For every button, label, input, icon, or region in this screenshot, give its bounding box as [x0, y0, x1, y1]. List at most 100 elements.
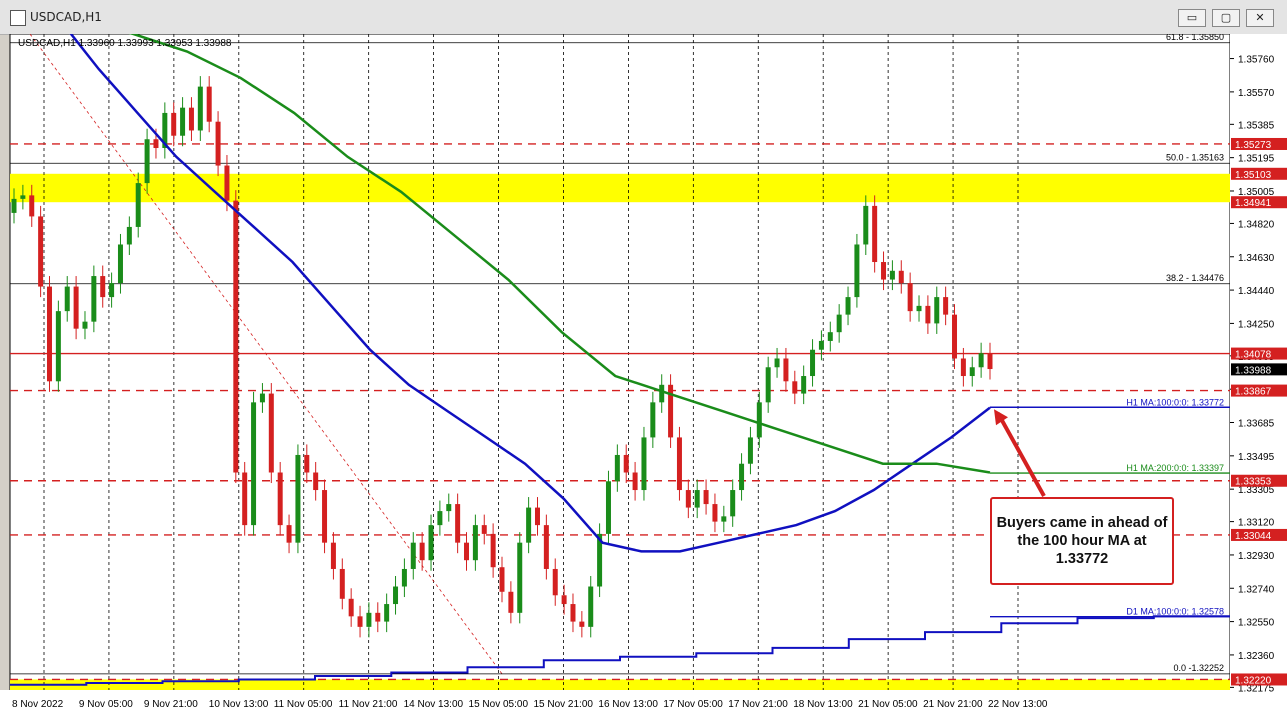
candle-body [55, 311, 61, 382]
candle-body [446, 504, 452, 512]
x-tick-label: 10 Nov 13:00 [209, 699, 269, 710]
ma-label: H1 MA:200:0:0: 1.33397 [1126, 463, 1224, 473]
candle-body [916, 305, 922, 312]
candle-body [268, 393, 274, 473]
candle-body [277, 472, 283, 526]
restore-button[interactable]: ▢ [1212, 9, 1240, 27]
x-tick-label: 17 Nov 21:00 [728, 699, 788, 710]
x-tick-label: 16 Nov 13:00 [598, 699, 658, 710]
candle-body [286, 525, 292, 543]
y-tick-label: 1.32360 [1238, 651, 1275, 662]
x-tick-label: 9 Nov 21:00 [144, 699, 198, 710]
candle-body [792, 381, 798, 394]
candle-body [313, 472, 319, 491]
price-tag-label: 1.32220 [1235, 675, 1272, 686]
candle-body [543, 525, 549, 569]
candle-body [836, 314, 842, 333]
candle-body [419, 542, 425, 561]
candle-body [153, 139, 159, 149]
candle-body [242, 472, 248, 526]
candle-body [135, 183, 141, 227]
x-tick-label: 11 Nov 21:00 [339, 699, 398, 710]
candle-body [703, 490, 709, 505]
candle-body [20, 195, 26, 199]
candle-body [259, 393, 265, 403]
candle-body [401, 568, 407, 587]
annotation-callout: Buyers came in ahead of the 100 hour MA … [990, 497, 1174, 585]
candle-body [330, 542, 336, 569]
x-tick-label: 14 Nov 13:00 [404, 699, 464, 710]
x-tick-label: 15 Nov 05:00 [469, 699, 529, 710]
candle-body [29, 195, 35, 217]
candle-body [499, 567, 505, 592]
x-tick-label: 15 Nov 21:00 [533, 699, 593, 710]
candle-body [188, 107, 194, 131]
candle-body [197, 86, 203, 131]
candle-body [650, 402, 656, 438]
fib-level-label: 0.0 -1.32252 [1173, 663, 1224, 673]
price-tag-label: 1.33353 [1235, 477, 1272, 488]
candle-body [322, 490, 328, 543]
x-tick-label: 18 Nov 13:00 [793, 699, 853, 710]
candle-body [907, 283, 913, 312]
window-titlebar: USDCAD,H1 ▭ ▢ ✕ [0, 0, 1287, 35]
candle-body [100, 276, 106, 298]
minimize-button[interactable]: ▭ [1178, 9, 1206, 27]
x-tick-label: 8 Nov 2022 [12, 699, 64, 710]
candle-body [552, 568, 558, 596]
candle-body [623, 454, 629, 473]
candle-body [144, 139, 150, 184]
candle-body [64, 286, 70, 312]
candle-body [952, 314, 958, 359]
yellow-zone [10, 173, 1230, 203]
candle-body [357, 616, 363, 627]
candle-body [685, 490, 691, 508]
candle-body [384, 604, 390, 622]
y-tick-label: 1.34630 [1238, 253, 1275, 264]
candle-body [632, 472, 638, 491]
candle-body [960, 358, 966, 377]
candle-body [534, 507, 540, 526]
candle-body [676, 437, 682, 491]
price-tag-label: 1.35103 [1235, 170, 1272, 181]
candle-body [756, 402, 762, 438]
candle-body [375, 612, 381, 622]
candle-body [481, 525, 487, 534]
y-tick-label: 1.34250 [1238, 319, 1275, 330]
candle-body [579, 621, 585, 627]
candle-body [526, 507, 532, 543]
candle-body [783, 358, 789, 382]
x-tick-label: 11 Nov 05:00 [274, 699, 333, 710]
x-tick-label: 21 Nov 21:00 [923, 699, 983, 710]
usdcad-h1-chart[interactable]: 8 Nov 2022 9 Nov 05:00 9 Nov 21:00 10 Nov 1… [0, 34, 1287, 718]
y-tick-label: 1.33495 [1238, 452, 1275, 463]
close-button[interactable]: ✕ [1246, 9, 1274, 27]
candle-body [747, 437, 753, 464]
candle-body [730, 490, 736, 517]
candle-body [206, 86, 212, 122]
fib-level-label: 50.0 - 1.35163 [1166, 152, 1224, 162]
fib-level-label: 38.2 - 1.34476 [1166, 273, 1224, 283]
candle-body [117, 244, 123, 284]
x-tick-label: 9 Nov 05:00 [79, 699, 133, 710]
y-tick-label: 1.35570 [1238, 88, 1275, 99]
candle-body [845, 297, 851, 315]
candle-body [393, 586, 399, 605]
candle-body [109, 283, 115, 298]
candle-body [339, 568, 345, 599]
y-tick-label: 1.33685 [1238, 419, 1275, 430]
candle-body [827, 332, 833, 341]
price-tag-label: 1.34078 [1235, 350, 1272, 361]
candle-body [712, 504, 718, 522]
y-tick-label: 1.35760 [1238, 55, 1275, 66]
candle-body [969, 367, 975, 377]
candle-body [641, 437, 647, 491]
candle-body [126, 226, 132, 245]
y-tick-label: 1.35195 [1238, 154, 1275, 165]
candle-body [739, 463, 745, 491]
candle-body [588, 586, 594, 627]
candle-body [570, 604, 576, 622]
x-tick-label: 22 Nov 13:00 [988, 699, 1048, 710]
candle-body [171, 112, 177, 136]
y-tick-label: 1.35385 [1238, 120, 1275, 131]
